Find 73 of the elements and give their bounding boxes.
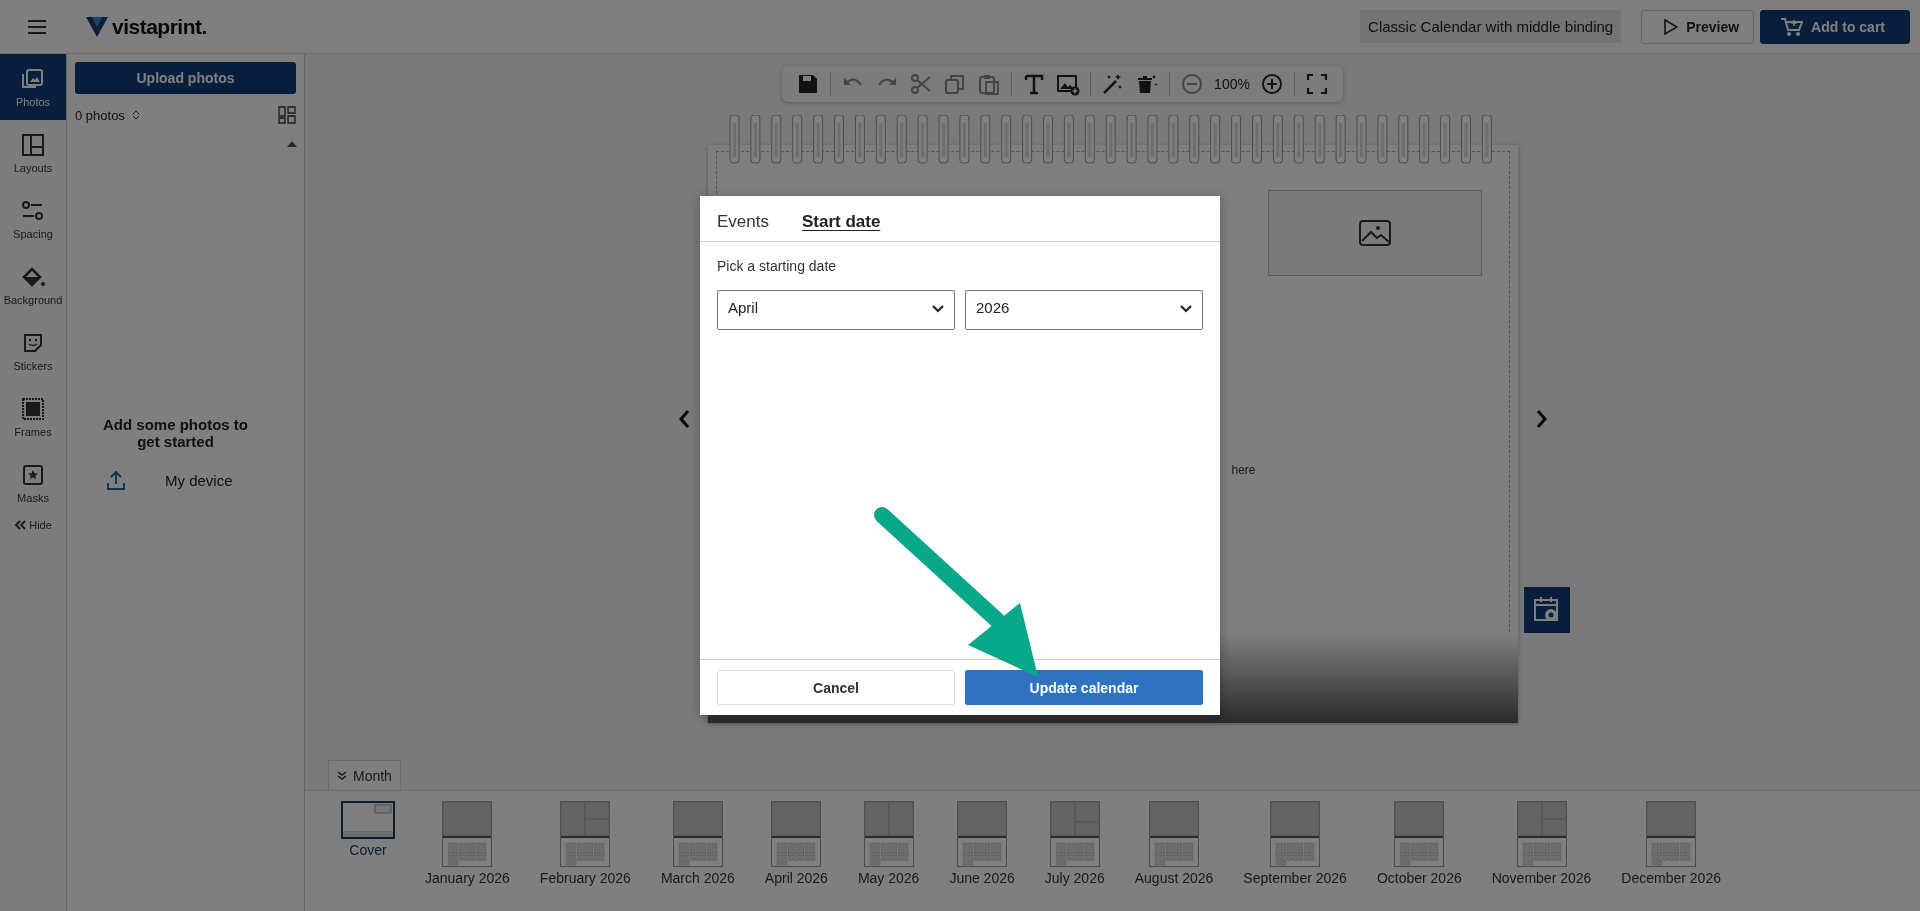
frame-icon [20,396,46,422]
double-chevron-icon [337,770,347,781]
chevron-down-icon [932,305,944,313]
my-device-button[interactable]: My device [107,470,296,490]
page-thumbnail[interactable]: May 2026 [857,801,920,886]
date-dropdown[interactable]: April [717,290,955,330]
zoom-in-icon[interactable] [1259,72,1284,96]
sidebar-tab[interactable]: Spacing [0,186,66,252]
dialog-prompt: Pick a starting date [717,258,838,274]
month-preview-drawing [863,801,914,867]
update-calendar-button[interactable]: Update calendar [965,670,1203,705]
logo-text[interactable]: vistaprint. [112,14,207,39]
sidebar-tab[interactable]: Masks [0,450,66,516]
month-preview-drawing [672,801,723,867]
page-thumbnail[interactable]: July 2026 [1044,801,1105,886]
page-thumbnail[interactable]: April 2026 [764,801,828,886]
add-to-cart-button[interactable]: Add to cart [1760,9,1910,44]
hide-button[interactable]: Hide [0,518,66,532]
chevron-left-icon [677,409,690,429]
sidebar-tab[interactable]: Stickers [0,318,66,384]
chevron-right-icon [1535,409,1548,429]
empty-message: Add some photos to get started [102,416,249,450]
sidebar-tab[interactable]: Frames [0,384,66,450]
month-preview-drawing [1516,801,1567,867]
star-mask-icon [20,462,46,488]
date-dropdown[interactable]: 2026 [965,290,1203,330]
chevron-down-icon [1180,305,1192,313]
month-preview-drawing [771,801,822,867]
add-image-icon[interactable] [1056,72,1081,96]
month-tab[interactable]: Month [328,760,401,790]
logo-icon [86,16,108,37]
month-preview-drawing [1049,801,1100,867]
product-title: Classic Calendar with middle binding [1360,10,1622,43]
cancel-button[interactable]: Cancel [717,670,955,705]
upload-icon [107,470,125,490]
month-preview-drawing [560,801,611,867]
month-preview-drawing [1646,801,1697,867]
sidebar-tab[interactable]: Layouts [0,120,66,186]
month-preview-drawing [957,801,1008,867]
sidebar-tab[interactable]: Background [0,252,66,318]
fullscreen-icon[interactable] [1304,72,1329,96]
scroll-up-icon[interactable] [286,140,298,148]
page-thumbnail[interactable]: September 2026 [1243,801,1347,886]
grid-view-icon[interactable] [278,106,296,124]
page-thumbnail[interactable]: January 2026 [425,801,510,886]
sidebar-tab[interactable]: Photos [0,54,66,120]
drop-hint: here [1231,463,1256,477]
page-thumbnail[interactable]: August 2026 [1134,801,1214,886]
page-thumbnail[interactable]: October 2026 [1376,801,1462,886]
dialog-tab[interactable]: Start date [802,210,881,234]
sort-icon [132,110,139,120]
page-thumbnail[interactable]: March 2026 [660,801,735,886]
cover-preview-drawing [341,801,395,839]
upload-photos-button[interactable]: Upload photos [75,62,296,94]
month-preview-drawing [1394,801,1445,867]
month-preview-drawing [1149,801,1200,867]
photo-sort-dropdown[interactable]: 0 photos [75,107,139,123]
zoom-level: 100% [1214,76,1250,92]
play-icon [1664,18,1679,35]
preview-button[interactable]: Preview [1641,9,1755,44]
month-preview-drawing [442,801,493,867]
page-thumbnail[interactable]: Cover [341,801,395,858]
page-thumbnail[interactable]: February 2026 [539,801,631,886]
page-thumbnail[interactable]: December 2026 [1621,801,1721,886]
page-thumbnail[interactable]: November 2026 [1491,801,1592,886]
page-thumbnail[interactable]: June 2026 [949,801,1015,886]
image-icon [1358,220,1391,246]
calendar-settings-button[interactable] [1523,587,1570,633]
layout-icon [20,132,46,158]
double-chevron-icon [14,520,27,530]
cart-icon [1781,16,1804,37]
dialog-tab[interactable]: Events [717,210,769,234]
month-preview-drawing [1270,801,1321,867]
